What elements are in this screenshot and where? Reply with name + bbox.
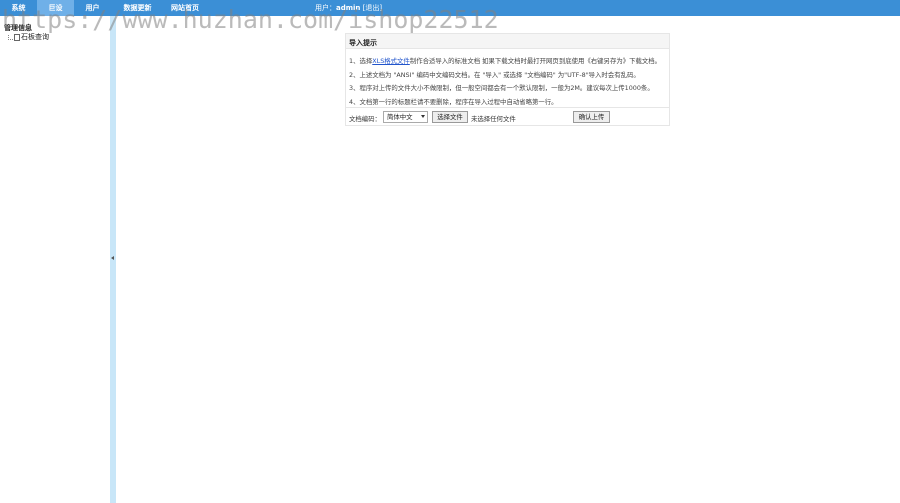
top-bar: 系统 巨设 用户 数据更新 网站首页 用户：admin [退出] [0,0,900,16]
nav-item-users[interactable]: 用户 [74,0,111,16]
user-info: 用户：admin [退出] [315,0,382,16]
sidebar: 管理信息 石板查询 [0,16,110,503]
choose-file-button[interactable]: 选择文件 [432,111,468,123]
tip-1: 1、选择XLS格式文件制作合适导入的标准文档 如果下载文档时最打开网页到底使用《… [349,55,667,69]
sidebar-item-stone-query[interactable]: 石板查询 [8,32,49,42]
encoding-value: 简体中文 [387,113,413,121]
encoding-select[interactable]: 简体中文 [383,111,428,123]
panel-header: 导入提示 [346,34,669,49]
nav-item-homepage[interactable]: 网站首页 [164,0,206,16]
tip-text: 1、选择 [349,57,373,65]
username: admin [336,4,361,12]
encoding-label: 文档编码： [349,115,381,123]
tree-line-icon [8,34,13,40]
xls-template-link[interactable]: XLS格式文件 [372,57,410,65]
nav-item-data-update[interactable]: 数据更新 [111,0,164,16]
collapse-arrow-icon[interactable] [111,256,114,260]
chevron-down-icon [421,115,425,118]
import-tips: 1、选择XLS格式文件制作合适导入的标准文档 如果下载文档时最打开网页到底使用《… [349,55,667,109]
panel-title: 导入提示 [349,39,377,47]
tip-3: 3、程序对上传的文件大小不做限制，但一般空间都会有一个默认限制，一般为2M。建议… [349,84,654,92]
divider [346,107,669,108]
import-panel: 导入提示 1、选择XLS格式文件制作合适导入的标准文档 如果下载文档时最打开网页… [345,33,670,126]
upload-form: 文档编码： 简体中文 选择文件 未选择任何文件 确认上传 [349,111,667,124]
logout-link[interactable]: [退出] [363,4,382,12]
upload-button[interactable]: 确认上传 [573,111,610,123]
document-icon [14,33,20,41]
nav-item-settings[interactable]: 巨设 [37,0,74,16]
tip-2: 2、上述文档为 "ANSI" 编码中文编码文档。在 "导入" 或选择 "文档编码… [349,70,640,79]
sidebar-item-label: 石板查询 [21,33,49,41]
main-nav: 系统 巨设 用户 数据更新 网站首页 [0,0,206,16]
user-prefix: 用户： [315,4,336,12]
sidebar-splitter[interactable] [110,16,116,503]
nav-item-system[interactable]: 系统 [0,0,37,16]
tip-text: 制作合适导入的标准文档 如果下载文档时最打开网页到底使用《右键另存为》下载文档。 [409,57,662,65]
file-status: 未选择任何文件 [471,115,516,123]
